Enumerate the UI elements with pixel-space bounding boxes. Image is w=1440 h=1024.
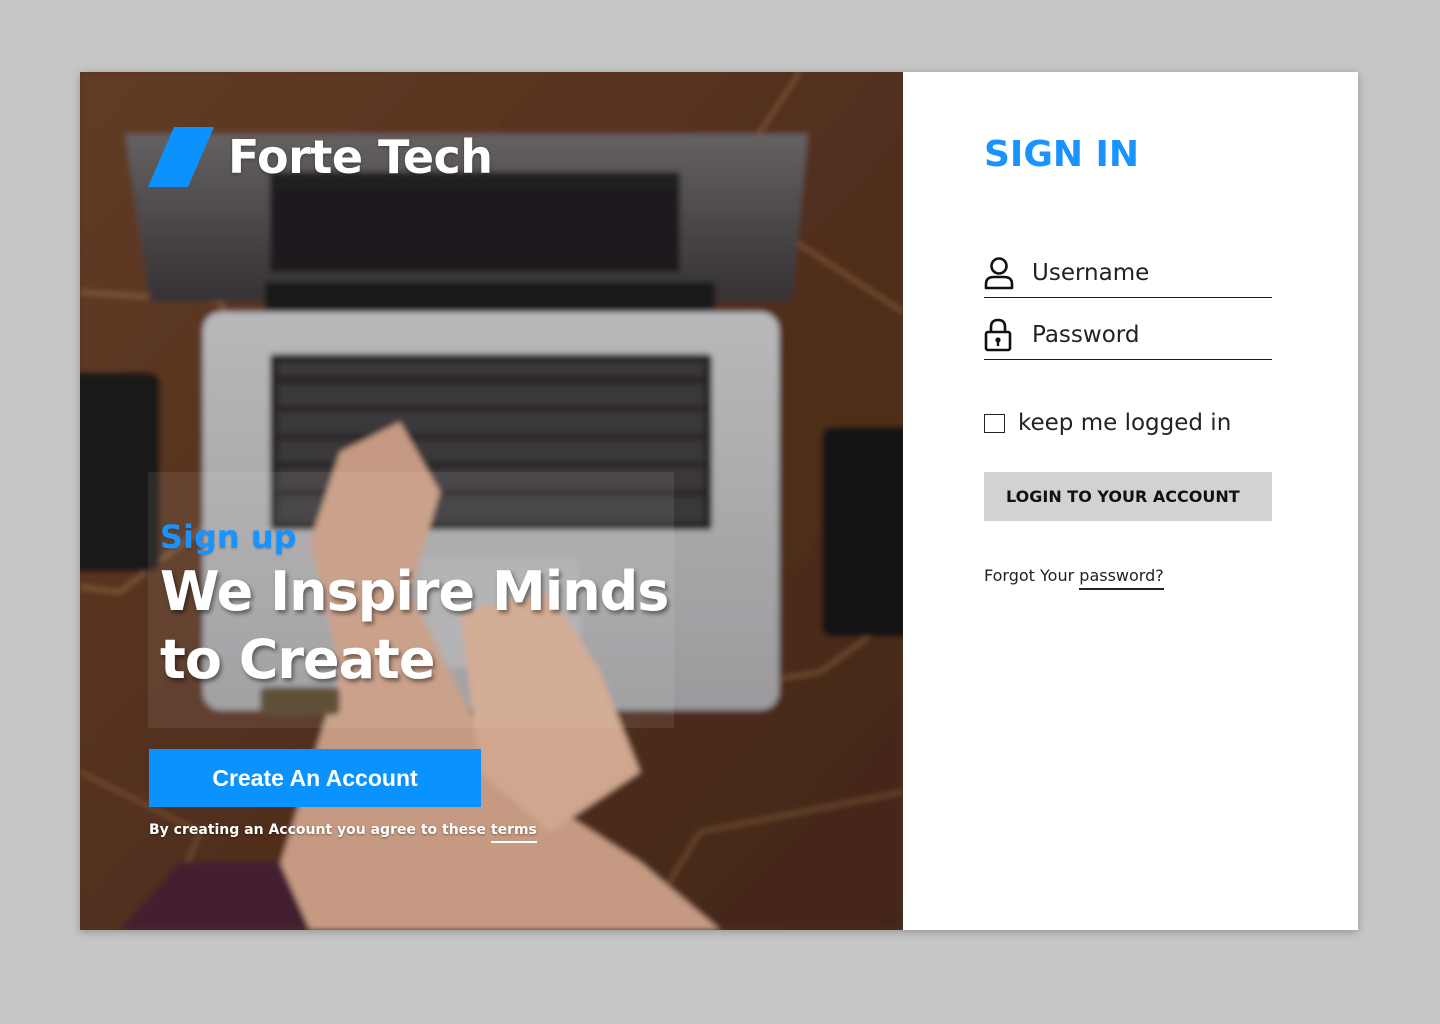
forgot-password: Forgot Your password? — [984, 566, 1164, 590]
terms-notice: By creating an Account you agree to thes… — [149, 822, 537, 843]
user-icon — [984, 253, 1020, 293]
brand: Forte Tech — [148, 127, 493, 187]
hero-headline: We Inspire Minds to Create — [160, 560, 669, 691]
signin-title: SIGN IN — [984, 134, 1140, 175]
login-card: Forte Tech Sign up We Inspire Minds to C… — [80, 72, 1358, 930]
terms-link[interactable]: terms — [490, 822, 537, 843]
username-input[interactable] — [1032, 259, 1272, 286]
remember-me: keep me logged in — [984, 410, 1231, 436]
create-account-button[interactable]: Create An Account — [149, 749, 481, 807]
forgot-prefix: Forgot Your — [984, 566, 1075, 585]
brand-logo-icon — [148, 127, 214, 187]
forgot-password-link[interactable]: password? — [1079, 566, 1164, 590]
signup-label: Sign up — [160, 518, 297, 556]
password-input[interactable] — [1032, 321, 1272, 348]
login-button[interactable]: LOGIN TO YOUR ACCOUNT — [984, 472, 1272, 521]
terms-text: By creating an Account you agree to thes… — [149, 822, 486, 838]
signin-panel: SIGN IN keep me — [903, 72, 1358, 930]
remember-checkbox[interactable] — [984, 413, 1005, 433]
hero-panel: Forte Tech Sign up We Inspire Minds to C… — [80, 72, 903, 930]
lock-icon — [984, 315, 1020, 355]
remember-label[interactable]: keep me logged in — [1018, 410, 1231, 436]
brand-name: Forte Tech — [228, 130, 493, 184]
username-field[interactable] — [984, 248, 1272, 298]
password-field[interactable] — [984, 310, 1272, 360]
